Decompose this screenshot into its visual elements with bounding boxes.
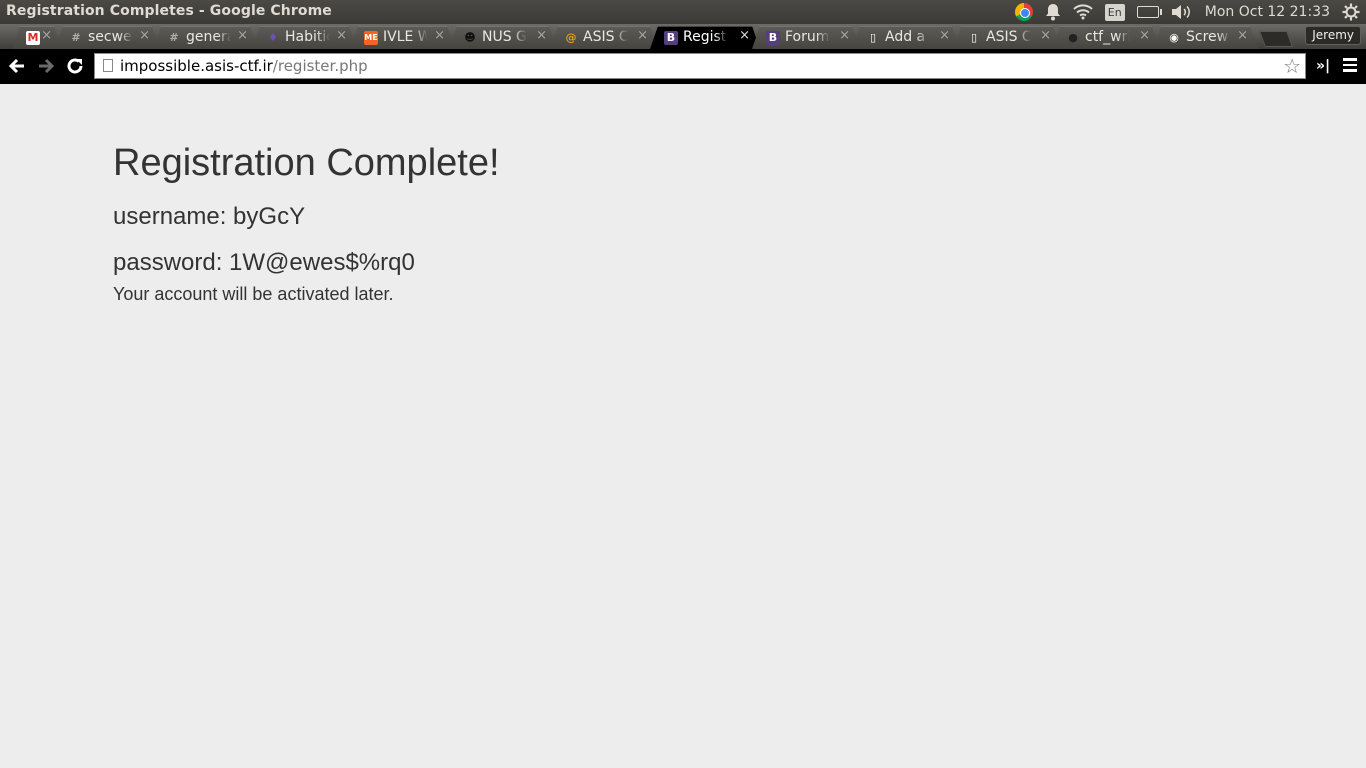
tab-label: ASIS C (986, 29, 1031, 45)
document-icon: ▯ (970, 31, 978, 44)
bootstrap-icon: B (766, 31, 780, 45)
tab-label: Forum (785, 29, 830, 45)
tab[interactable]: M × (12, 26, 62, 49)
tab-close-icon[interactable]: × (237, 28, 248, 43)
tab-close-icon[interactable]: × (1139, 28, 1150, 43)
os-top-bar: Registration Completes - Google Chrome E… (0, 0, 1366, 24)
ivle-icon: ME (364, 31, 378, 45)
url-host: impossible.asis-ctf.ir (120, 57, 273, 75)
tab-close-icon[interactable]: × (839, 28, 850, 43)
tab[interactable]: # secwee × (55, 26, 160, 49)
chrome-menu-icon[interactable] (1343, 58, 1357, 74)
reddit-icon: ◉ (1169, 31, 1179, 44)
bootstrap-icon: B (664, 31, 678, 45)
tab-label: Add a N (885, 29, 926, 45)
page-icon[interactable] (103, 59, 113, 72)
github-icon: ● (1068, 31, 1078, 44)
page-content: Registration Complete! username: byGcY p… (0, 84, 1366, 768)
habitica-icon: ♦ (268, 31, 278, 44)
tab-close-icon[interactable]: × (536, 28, 547, 43)
tab[interactable]: ▯ ASIS C × (953, 26, 1061, 49)
owl-icon: ☻ (464, 31, 476, 44)
tab[interactable]: B Forum × (752, 26, 860, 49)
tab-label: ASIS Cy (583, 29, 628, 45)
tab-label: NUS Gr (482, 29, 527, 45)
address-bar[interactable]: impossible.asis-ctf.ir/register.php ☆ (94, 53, 1306, 79)
tab-close-icon[interactable]: × (1040, 28, 1051, 43)
tab-label: Registr (683, 29, 728, 45)
profile-button[interactable]: Jeremy (1305, 26, 1361, 45)
tab-label: secwee (88, 29, 132, 45)
tab-close-icon[interactable]: × (336, 28, 347, 43)
back-arrow-icon[interactable] (6, 55, 28, 77)
tab[interactable]: ME IVLE W × (350, 26, 455, 49)
tab-close-icon[interactable]: × (434, 28, 445, 43)
tab-label: Screw (1186, 29, 1229, 45)
tab[interactable]: ● ctf_wri × (1052, 26, 1160, 49)
tab-close-icon[interactable]: × (739, 28, 750, 43)
gmail-icon: M (27, 31, 39, 44)
tab-close-icon[interactable]: × (637, 28, 648, 43)
notification-bell-icon[interactable] (1045, 3, 1061, 21)
tab[interactable]: ▯ Add a N × (852, 26, 960, 49)
url-path: /register.php (272, 57, 368, 75)
tab-label: genera (186, 29, 231, 45)
tab[interactable]: # genera × (153, 26, 258, 49)
keyboard-language-indicator[interactable]: En (1104, 3, 1125, 21)
tab[interactable]: ☻ NUS Gr × (449, 26, 557, 49)
tab-label: IVLE W (383, 29, 428, 45)
system-tray: En Mon Oct 12 21:33 (1014, 0, 1366, 24)
forward-arrow-icon[interactable] (35, 55, 57, 77)
tab-label: Habitic (285, 29, 330, 45)
password-text: password: 1W@ewes$%rq0 (113, 249, 415, 276)
new-tab-button[interactable] (1259, 31, 1293, 47)
extensions-overflow-icon[interactable]: »| (1316, 58, 1330, 74)
at-sign-icon: @ (565, 31, 577, 44)
tab-active[interactable]: B Registr × (650, 26, 760, 49)
window-title: Registration Completes - Google Chrome (6, 3, 332, 19)
tab[interactable]: @ ASIS Cy × (550, 26, 658, 49)
hash-icon: # (169, 31, 179, 44)
bookmark-star-icon[interactable]: ☆ (1283, 54, 1301, 78)
tab-close-icon[interactable]: × (139, 28, 150, 43)
tab-label: ctf_wri (1085, 29, 1130, 45)
tab-close-icon[interactable]: × (1237, 28, 1248, 43)
tab[interactable]: ♦ Habitic × (252, 26, 357, 49)
wifi-icon[interactable] (1073, 4, 1093, 20)
browser-toolbar: impossible.asis-ctf.ir/register.php ☆ »| (0, 49, 1366, 84)
activation-note: Your account will be activated later. (113, 284, 394, 304)
battery-icon[interactable] (1136, 6, 1162, 18)
username-text: username: byGcY (113, 203, 306, 230)
reload-icon[interactable] (64, 55, 86, 77)
tab-close-icon[interactable]: × (939, 28, 950, 43)
tab-close-icon[interactable]: × (41, 28, 52, 43)
chrome-indicator-icon[interactable] (1014, 3, 1033, 21)
page-heading: Registration Complete! (113, 142, 500, 184)
document-icon: ▯ (869, 31, 877, 44)
hash-icon: # (71, 31, 81, 44)
tab[interactable]: ◉ Screw × (1153, 26, 1258, 49)
clock[interactable]: Mon Oct 12 21:33 (1205, 4, 1330, 20)
session-gear-icon[interactable] (1342, 3, 1360, 21)
volume-icon[interactable] (1171, 4, 1193, 20)
url-text[interactable]: impossible.asis-ctf.ir/register.php (120, 57, 368, 75)
